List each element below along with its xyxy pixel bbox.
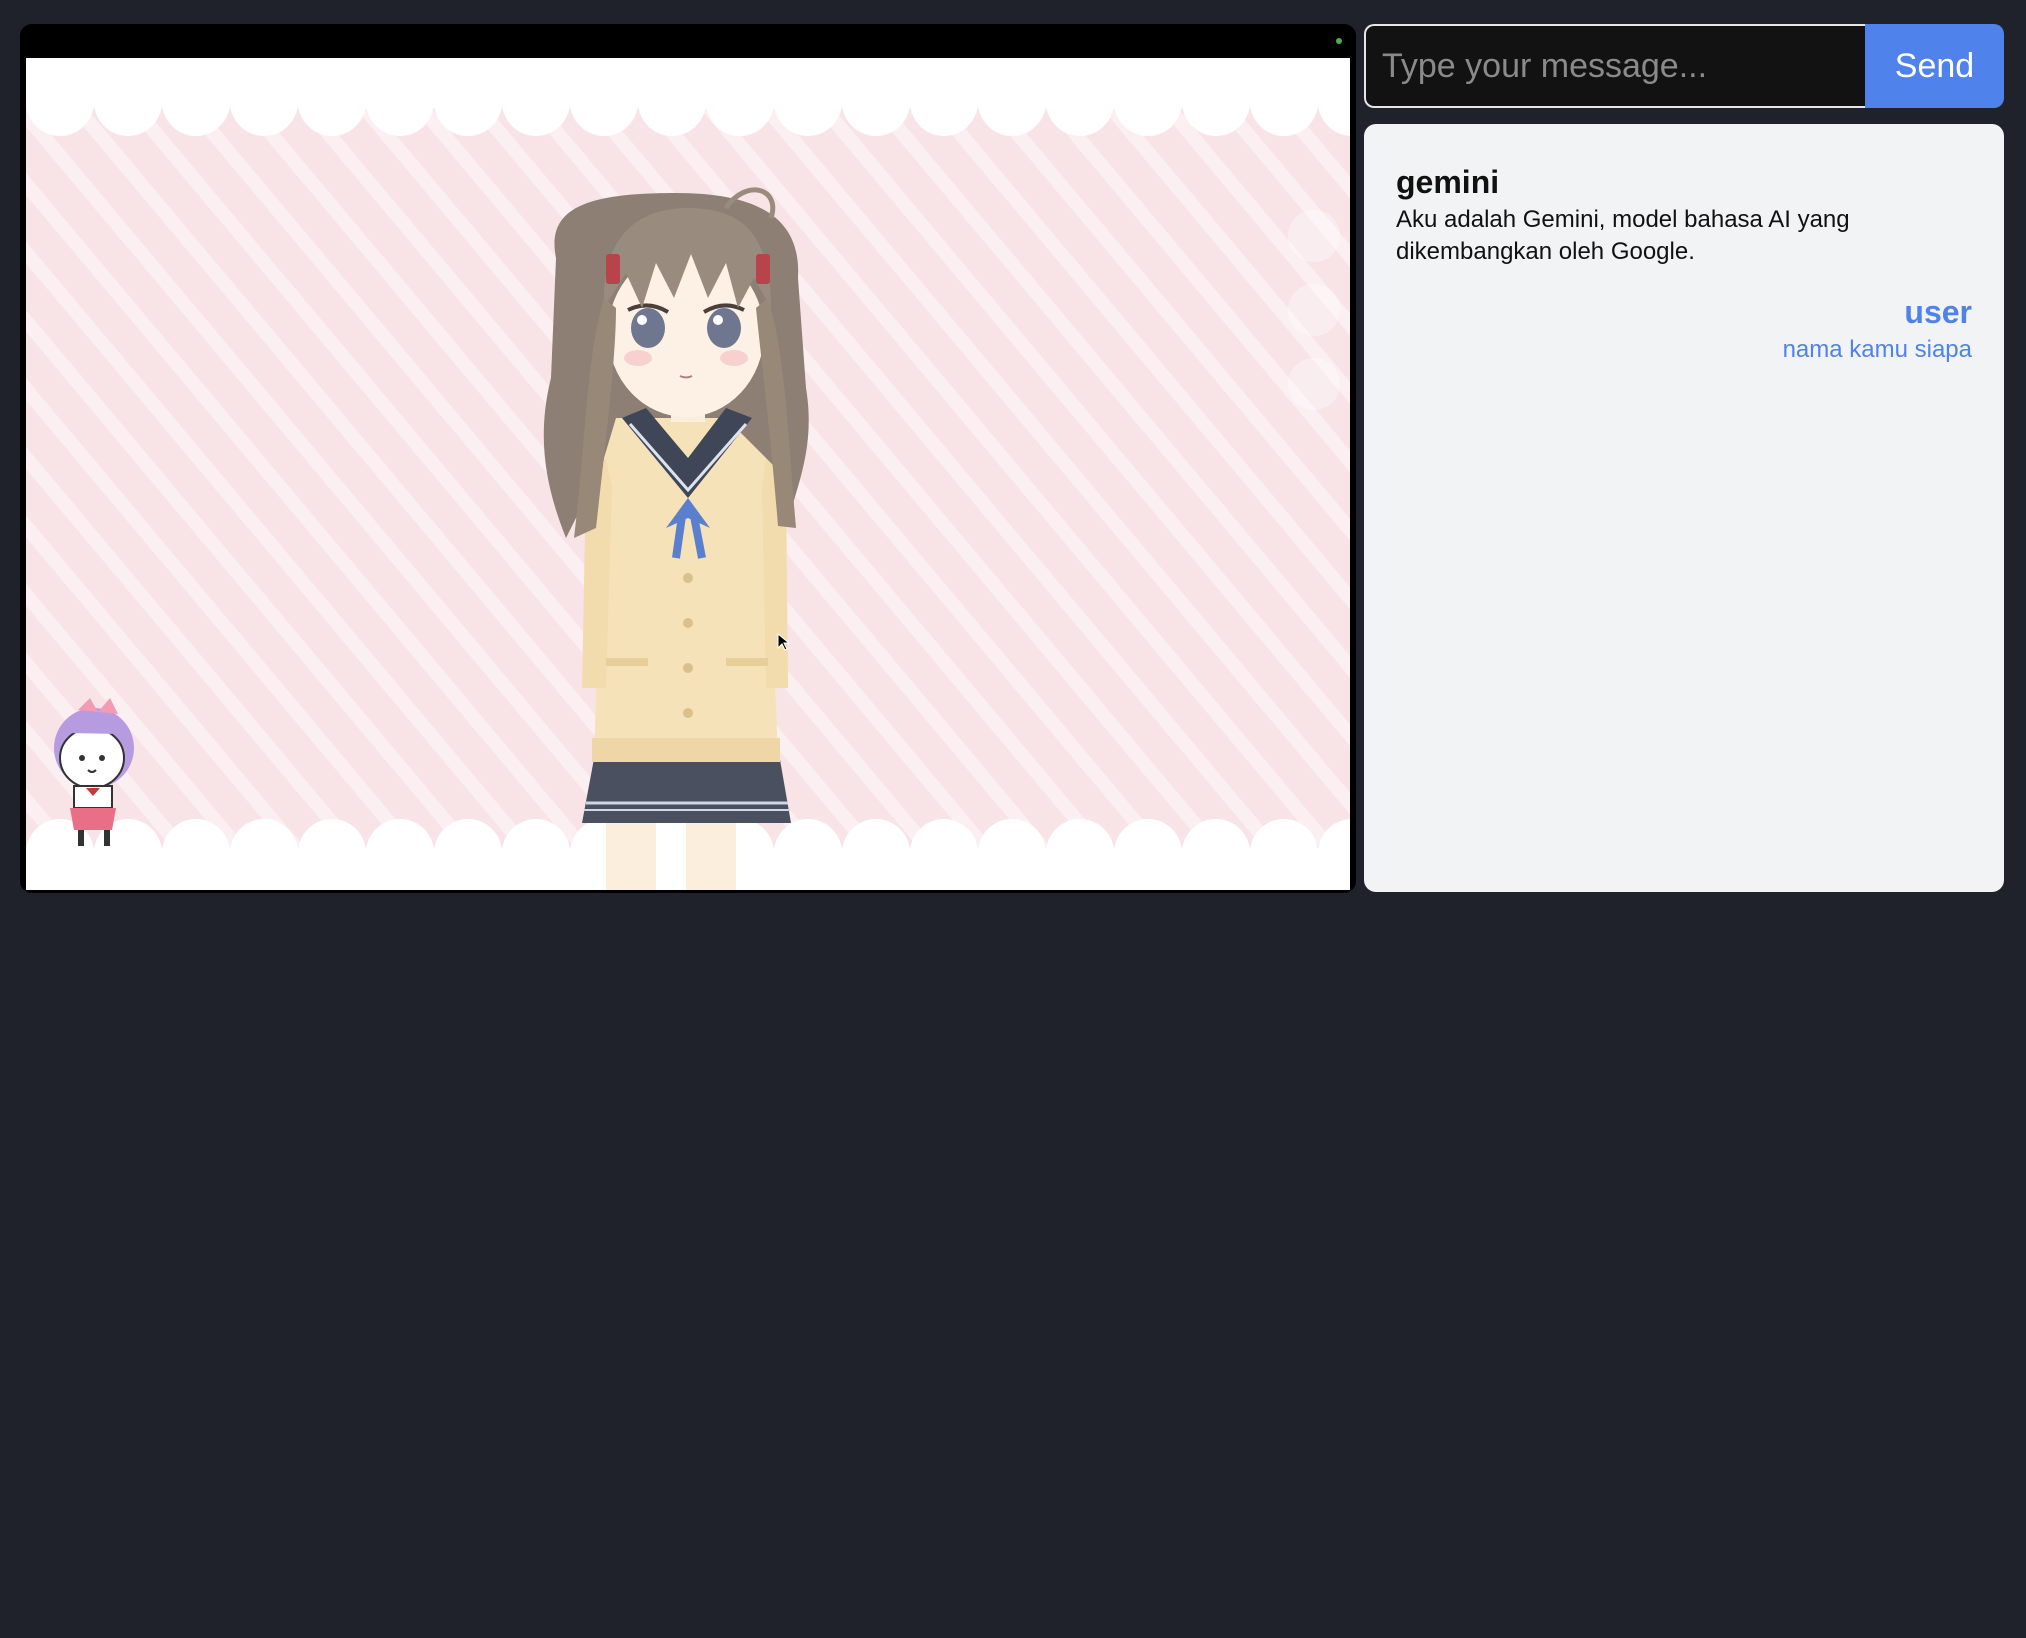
message-composer: Send [1364,24,2004,108]
app-root: Send gemini Aku adalah Gemini, model bah… [0,0,2026,1638]
message-input[interactable] [1364,24,1865,108]
character-stage[interactable] [26,58,1350,890]
chat-message-user: user nama kamu siapa [1396,292,1972,366]
message-sender: gemini [1396,164,1500,200]
viewer-title-bar [20,24,1356,58]
send-button[interactable]: Send [1865,24,2004,108]
message-text: nama kamu siapa [1782,336,1972,363]
message-text: Aku adalah Gemini, model bahasa AI yang … [1396,206,1850,265]
live2d-viewer [20,24,1356,893]
chat-log: gemini Aku adalah Gemini, model bahasa A… [1364,124,2004,892]
side-bubbles [1288,210,1340,410]
message-sender: user [1904,294,1972,330]
chat-message-gemini: gemini Aku adalah Gemini, model bahasa A… [1396,162,1972,268]
status-indicator-icon [1336,38,1342,44]
stage-scene [26,58,1350,890]
